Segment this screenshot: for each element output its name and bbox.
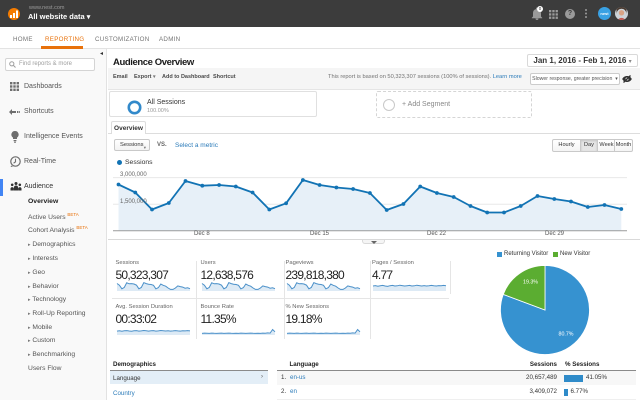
svg-text:19.3%: 19.3%: [523, 280, 538, 286]
svg-text:80.7%: 80.7%: [559, 332, 574, 338]
